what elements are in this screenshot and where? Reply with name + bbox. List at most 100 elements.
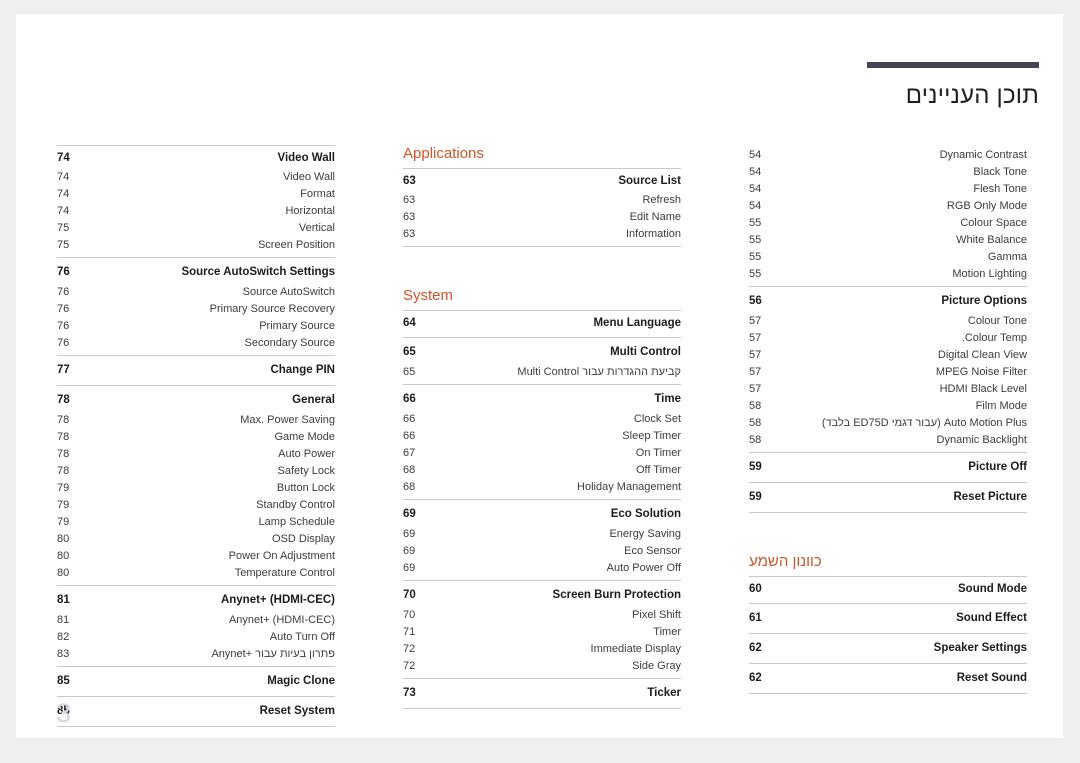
toc-entry[interactable]: 78 Auto Power xyxy=(57,446,335,463)
toc-entry[interactable]: 57 Digital Clean View xyxy=(749,347,1027,364)
toc-page-number: 57 xyxy=(749,366,762,378)
toc-entry[interactable]: 68 Holiday Management xyxy=(403,479,681,496)
toc-entry-heading[interactable]: 65 Multi Control xyxy=(403,340,681,364)
toc-entry-heading[interactable]: 76 Source AutoSwitch Settings xyxy=(57,260,335,284)
toc-entry-heading[interactable]: 85 Magic Clone xyxy=(57,669,335,693)
toc-entry[interactable]: 57 HDMI Black Level xyxy=(749,381,1027,398)
toc-entry[interactable]: 55 Motion Lighting xyxy=(749,266,1027,283)
toc-entry-heading[interactable]: 74 Video Wall xyxy=(57,148,335,169)
toc-entry[interactable]: 69 Eco Sensor xyxy=(403,543,681,560)
toc-group: 78 General 78 Max. Power Saving 78 Game Mode 7… xyxy=(57,386,335,586)
toc-entry-label: RGB Only Mode xyxy=(946,200,1027,212)
toc-entry-label: Colour Tone xyxy=(967,315,1027,327)
toc-entry[interactable]: 76 Primary Source Recovery xyxy=(57,301,335,318)
toc-entry[interactable]: 74 Video Wall xyxy=(57,169,335,186)
toc-entry[interactable]: 57 MPEG Noise Filter xyxy=(749,364,1027,381)
toc-entry[interactable]: 75 Vertical xyxy=(57,220,335,237)
toc-entry[interactable]: 63 Refresh xyxy=(403,192,681,209)
toc-entry[interactable]: 66 Sleep Timer xyxy=(403,428,681,445)
toc-entry-label: Power On Adjustment xyxy=(228,550,335,562)
toc-entry[interactable]: 76 Secondary Source xyxy=(57,335,335,352)
toc-entry[interactable]: 78 Max. Power Saving xyxy=(57,412,335,429)
toc-entry[interactable]: 54 RGB Only Mode xyxy=(749,198,1027,215)
toc-entry[interactable]: 58 Film Mode xyxy=(749,398,1027,415)
toc-entry[interactable]: 76 Source AutoSwitch xyxy=(57,284,335,301)
toc-entry[interactable]: 54 Black Tone xyxy=(749,164,1027,181)
toc-page-number: 62 xyxy=(749,642,762,654)
toc-page-number: 78 xyxy=(57,465,70,477)
toc-entry-heading[interactable]: 73 Ticker xyxy=(403,681,681,705)
toc-page-number: 60 xyxy=(749,583,762,595)
section-rows: 54 Dynamic Contrast 54 Black Tone 54 Flesh To… xyxy=(749,145,1027,513)
toc-entry[interactable]: 79 Lamp Schedule xyxy=(57,514,335,531)
toc-entry[interactable]: 65 קביעת ההגדרות עבור Multi Control xyxy=(403,364,681,381)
toc-entry-label: Temperature Control xyxy=(234,567,335,579)
toc-entry[interactable]: 67 On Timer xyxy=(403,445,681,462)
toc-entry[interactable]: 55 Colour Space xyxy=(749,215,1027,232)
toc-entry[interactable]: 55 White Balance xyxy=(749,232,1027,249)
toc-entry[interactable]: 68 Off Timer xyxy=(403,462,681,479)
toc-entry[interactable]: 71 Timer xyxy=(403,624,681,641)
toc-entry-heading[interactable]: 59 Reset Picture xyxy=(749,485,1027,509)
toc-entry-heading[interactable]: 85 Reset System xyxy=(57,699,335,723)
toc-entry[interactable]: 69 Auto Power Off xyxy=(403,560,681,577)
middle-column: Applications 63 Source List 63 Refresh 63 Edit… xyxy=(403,145,681,727)
toc-entry-label: Anynet+ (HDMI-CEC) xyxy=(228,614,335,626)
toc-entry[interactable]: 66 Clock Set xyxy=(403,411,681,428)
toc-entry[interactable]: 69 Energy Saving xyxy=(403,526,681,543)
toc-entry-heading[interactable]: 66 Time xyxy=(403,387,681,411)
toc-entry-heading[interactable]: 81 Anynet+ (HDMI-CEC) xyxy=(57,588,335,612)
toc-entry-heading[interactable]: 62 Reset Sound xyxy=(749,666,1027,690)
toc-entry-label: Safety Lock xyxy=(277,465,335,477)
toc-entry-label: קביעת ההגדרות עבור Multi Control xyxy=(517,366,681,378)
toc-entry[interactable]: 80 Temperature Control xyxy=(57,565,335,582)
toc-entry[interactable]: 54 Flesh Tone xyxy=(749,181,1027,198)
toc-entry[interactable]: 63 Edit Name xyxy=(403,209,681,226)
toc-entry[interactable]: 80 Power On Adjustment xyxy=(57,548,335,565)
toc-entry[interactable]: 58 Dynamic Backlight xyxy=(749,432,1027,449)
toc-entry[interactable]: 74 Horizontal xyxy=(57,203,335,220)
toc-entry[interactable]: 81 Anynet+ (HDMI-CEC) xyxy=(57,612,335,629)
toc-entry[interactable]: 57 Colour Tone xyxy=(749,313,1027,330)
toc-entry[interactable]: 72 Immediate Display xyxy=(403,641,681,658)
toc-entry[interactable]: 80 OSD Display xyxy=(57,531,335,548)
toc-page-number: 79 xyxy=(57,516,70,528)
toc-entry[interactable]: 55 Gamma xyxy=(749,249,1027,266)
toc-entry[interactable]: 70 Pixel Shift xyxy=(403,607,681,624)
toc-entry[interactable]: 76 Primary Source xyxy=(57,318,335,335)
toc-entry[interactable]: 78 Safety Lock xyxy=(57,463,335,480)
toc-entry-heading[interactable]: 56 Picture Options xyxy=(749,289,1027,313)
toc-page-number: 78 xyxy=(57,394,70,406)
toc-entry[interactable]: 79 Button Lock xyxy=(57,480,335,497)
toc-entry-label: Information xyxy=(625,228,681,240)
toc-entry-heading[interactable]: 70 Screen Burn Protection xyxy=(403,583,681,607)
toc-entry[interactable]: 54 Dynamic Contrast xyxy=(749,147,1027,164)
toc-entry-label: Black Tone xyxy=(973,166,1027,178)
toc-entry[interactable]: 78 Game Mode xyxy=(57,429,335,446)
toc-entry[interactable]: 82 Auto Turn Off xyxy=(57,629,335,646)
toc-entry-heading[interactable]: 77 Change PIN xyxy=(57,358,335,382)
toc-entry[interactable]: 63 Information xyxy=(403,226,681,243)
toc-entry-heading[interactable]: 69 Eco Solution xyxy=(403,502,681,526)
toc-entry-heading[interactable]: 63 Source List xyxy=(403,171,681,192)
toc-page-number: 78 xyxy=(57,431,70,443)
toc-page-number: 68 xyxy=(403,481,416,493)
toc-entry-heading[interactable]: 59 Picture Off xyxy=(749,455,1027,479)
toc-entry[interactable]: 74 Format xyxy=(57,186,335,203)
toc-entry-heading[interactable]: 60 Sound Mode xyxy=(749,579,1027,600)
toc-entry-label: Timer xyxy=(653,626,681,638)
toc-entry-heading[interactable]: 62 Speaker Settings xyxy=(749,636,1027,660)
toc-entry[interactable]: 83 פתרון בעיות עבור +Anynet xyxy=(57,646,335,663)
toc-entry[interactable]: 57 Colour Temp. xyxy=(749,330,1027,347)
page-number: 3 xyxy=(56,698,72,728)
toc-entry[interactable]: 58 Auto Motion Plus (עבור דגמי ED75D בלבד… xyxy=(749,415,1027,432)
toc-group: 61 Sound Effect xyxy=(749,604,1027,634)
toc-entry[interactable]: 79 Standby Control xyxy=(57,497,335,514)
toc-page-number: 64 xyxy=(403,317,416,329)
toc-entry-heading[interactable]: 64 Menu Language xyxy=(403,313,681,334)
toc-entry[interactable]: 75 Screen Position xyxy=(57,237,335,254)
toc-entry-label: Change PIN xyxy=(270,364,335,376)
toc-entry[interactable]: 72 Side Gray xyxy=(403,658,681,675)
toc-entry-heading[interactable]: 61 Sound Effect xyxy=(749,606,1027,630)
toc-entry-heading[interactable]: 78 General xyxy=(57,388,335,412)
